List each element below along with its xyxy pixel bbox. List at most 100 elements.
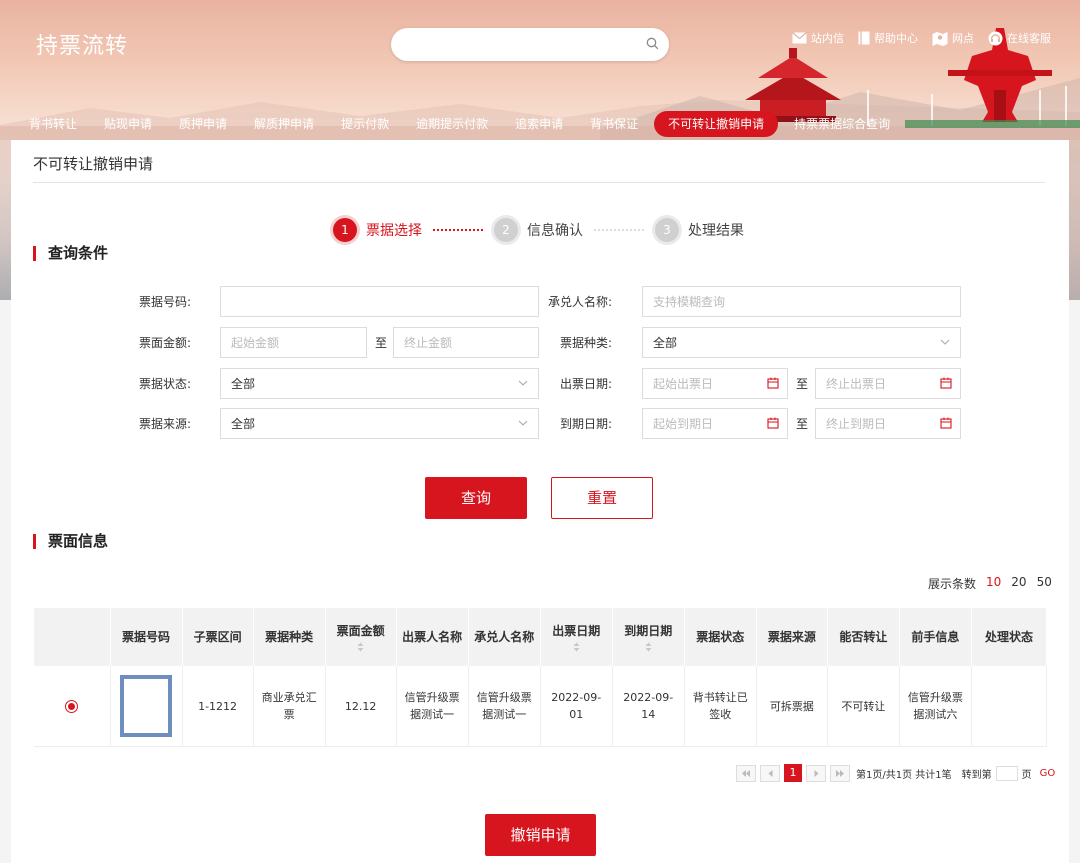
bill-status-select[interactable]: 全部 [220, 368, 539, 399]
search-button[interactable]: 查询 [425, 477, 527, 519]
step-2: 2 信息确认 [494, 218, 583, 242]
due-date-start-field[interactable]: 起始到期日 [642, 408, 788, 439]
page-unit-label: 页 [1021, 769, 1032, 781]
row-radio-selected[interactable] [65, 699, 79, 713]
help-center-label: 帮助中心 [874, 32, 918, 45]
issue-start-placeholder: 起始出票日 [653, 377, 714, 391]
amount-end-placeholder: 终止金额 [404, 336, 453, 350]
col-bill-source: 票据来源 [756, 608, 828, 666]
calendar-icon[interactable] [767, 417, 779, 429]
global-search[interactable] [391, 28, 669, 61]
nav-pledge-apply[interactable]: 质押申请 [168, 111, 238, 137]
table-header-row: 票据号码 子票区间 票据种类 票面金额 出票人名称 承兑人名称 出票日期 到期日… [34, 608, 1048, 666]
headset-icon [988, 31, 1003, 45]
nav-endorse-guarantee[interactable]: 背书保证 [579, 111, 649, 137]
page-size-selector: 展示条数 10 20 50 [928, 575, 1052, 592]
bill-type-select[interactable]: 全部 [642, 327, 961, 358]
col-amount[interactable]: 票面金额 [325, 608, 397, 666]
last-page-button[interactable] [830, 764, 850, 782]
bill-image-placeholder[interactable] [120, 675, 173, 737]
go-button[interactable]: GO [1040, 768, 1056, 779]
last-page-icon [836, 769, 844, 777]
col-due-date-label: 到期日期 [624, 623, 673, 638]
amount-start-placeholder: 起始金额 [231, 336, 280, 350]
bill-source-select[interactable]: 全部 [220, 408, 539, 439]
range-separator: 至 [375, 336, 388, 350]
col-bill-no: 票据号码 [110, 608, 183, 666]
col-due-date[interactable]: 到期日期 [612, 608, 685, 666]
issue-date-start-field[interactable]: 起始出票日 [642, 368, 788, 399]
issue-date-label: 出票日期: [559, 377, 612, 391]
nav-holding-query[interactable]: 持票票据综合查询 [783, 111, 901, 137]
goto-page-input[interactable] [995, 765, 1018, 781]
calendar-icon[interactable] [940, 377, 952, 389]
book-icon [858, 31, 870, 45]
nav-discount-apply[interactable]: 贴现申请 [93, 111, 163, 137]
transferable-cell: 不可转让 [827, 666, 900, 747]
bill-source-cell: 可拆票据 [756, 666, 828, 747]
nav-release-pledge[interactable]: 解质押申请 [243, 111, 325, 137]
step-3-number: 3 [655, 218, 679, 242]
page-size-option-20[interactable]: 20 [1011, 575, 1026, 592]
reset-button[interactable]: 重置 [551, 477, 653, 519]
nav-endorse-transfer[interactable]: 背书转让 [18, 111, 88, 137]
acceptor-placeholder: 支持模糊查询 [653, 295, 726, 309]
acceptor-name-field[interactable]: 支持模糊查询 [642, 286, 961, 317]
col-transferable: 能否转让 [827, 608, 900, 666]
col-issue-date-label: 出票日期 [552, 623, 601, 638]
drawer-cell: 信管升级票据测试一 [396, 666, 469, 747]
issue-date-end-field[interactable]: 终止出票日 [815, 368, 961, 399]
prior-holder-cell: 信管升级票据测试六 [899, 666, 972, 747]
amount-start-field[interactable]: 起始金额 [220, 327, 367, 358]
online-service-link[interactable]: 在线客服 [988, 30, 1051, 46]
top-links: 站内信 帮助中心 网点 在线客服 [792, 30, 1051, 46]
inbox-link[interactable]: 站内信 [792, 30, 844, 46]
step-3: 3 处理结果 [655, 218, 744, 242]
bill-source-value: 全部 [231, 417, 256, 431]
bill-type-label: 票据种类: [559, 336, 612, 350]
first-page-icon [742, 769, 750, 777]
col-sub-range: 子票区间 [182, 608, 254, 666]
sort-icon[interactable] [357, 642, 364, 652]
nav-recourse-apply[interactable]: 追索申请 [504, 111, 574, 137]
current-page-number[interactable]: 1 [784, 764, 802, 782]
page-size-option-50[interactable]: 50 [1037, 575, 1052, 592]
app-title: 持票流转 [36, 34, 129, 59]
revoke-apply-button[interactable]: 撤销申请 [485, 814, 596, 856]
branches-link[interactable]: 网点 [932, 30, 974, 46]
col-issue-date[interactable]: 出票日期 [540, 608, 613, 666]
next-page-button[interactable] [806, 764, 826, 782]
search-input[interactable] [405, 28, 639, 61]
main-panel: 不可转让撤销申请 1 票据选择 2 信息确认 3 处理结果 查询条件 票据号码:… [11, 140, 1069, 863]
bill-no-label: 票据号码: [138, 295, 191, 309]
nav-overdue-payment[interactable]: 逾期提示付款 [405, 111, 499, 137]
calendar-icon[interactable] [767, 377, 779, 389]
sort-icon[interactable] [573, 642, 580, 652]
col-process-status: 处理状态 [971, 608, 1048, 666]
next-page-icon [814, 769, 818, 777]
prev-page-button[interactable] [760, 764, 780, 782]
step-connector [433, 229, 483, 231]
calendar-icon[interactable] [940, 417, 952, 429]
sort-icon[interactable] [645, 642, 652, 652]
table-row[interactable]: 1-1212 商业承兑汇票 12.12 信管升级票据测试一 信管升级票据测试一 … [34, 666, 1048, 747]
amount-end-field[interactable]: 终止金额 [393, 327, 539, 358]
first-page-button[interactable] [736, 764, 756, 782]
due-date-cell: 2022-09-14 [612, 666, 685, 747]
progress-steps: 1 票据选择 2 信息确认 3 处理结果 [333, 218, 744, 242]
row-select-cell[interactable] [34, 666, 111, 747]
help-center-link[interactable]: 帮助中心 [858, 30, 918, 46]
sub-range-cell: 1-1212 [182, 666, 254, 747]
page-title: 不可转让撤销申请 [33, 155, 154, 173]
search-icon[interactable] [646, 37, 659, 50]
nav-present-payment[interactable]: 提示付款 [330, 111, 400, 137]
range-separator: 至 [796, 377, 809, 391]
col-prior-holder: 前手信息 [899, 608, 972, 666]
main-nav: 背书转让 贴现申请 质押申请 解质押申请 提示付款 逾期提示付款 追索申请 背书… [0, 109, 1080, 139]
page-size-option-10[interactable]: 10 [986, 575, 1001, 592]
nav-revoke-nontransferable[interactable]: 不可转让撤销申请 [654, 111, 779, 137]
bill-no-field[interactable] [220, 286, 539, 317]
due-end-placeholder: 终止到期日 [826, 417, 887, 431]
due-date-end-field[interactable]: 终止到期日 [815, 408, 961, 439]
step-3-label: 处理结果 [688, 223, 744, 239]
